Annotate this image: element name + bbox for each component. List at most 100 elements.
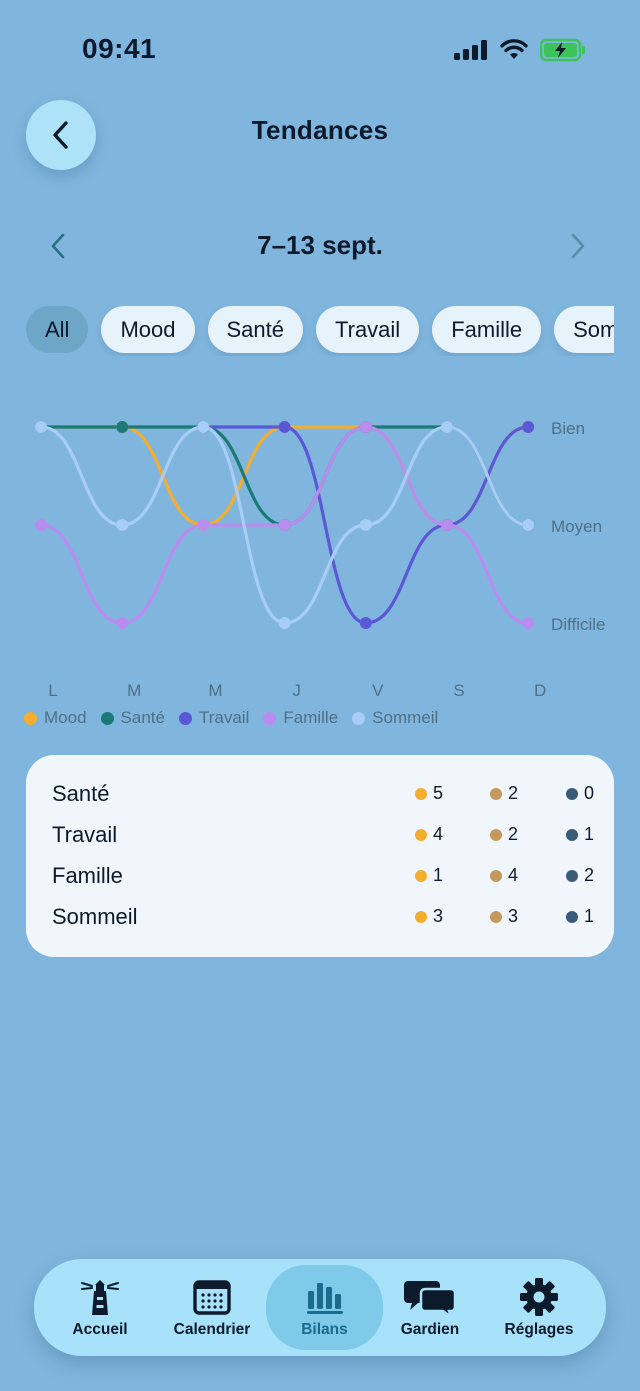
summary-count: 4 <box>490 865 518 886</box>
count-value: 1 <box>433 865 444 885</box>
summary-category: Santé <box>52 781 110 806</box>
summary-count: 3 <box>415 906 443 927</box>
signal-icon <box>454 40 487 60</box>
summary-category: Travail <box>52 822 118 847</box>
x-tick-label: J <box>292 681 301 700</box>
y-level-label: Moyen <box>551 517 602 536</box>
tab-label: Réglages <box>504 1321 574 1338</box>
data-point-sommeil <box>278 617 291 629</box>
legend-dot <box>178 711 192 725</box>
calendar-icon <box>193 1280 231 1315</box>
data-point-sommeil <box>35 421 47 433</box>
legend-dot <box>263 711 277 725</box>
status-bar: 09:41 <box>0 0 640 100</box>
tab-label: Bilans <box>301 1321 348 1338</box>
x-tick-label: M <box>208 681 222 700</box>
summary-category: Famille <box>52 863 123 888</box>
count-value: 2 <box>584 865 595 885</box>
count-value: 3 <box>508 906 519 926</box>
filter-chip-mood[interactable]: Mood <box>101 306 195 353</box>
summary-card: Santé 5 2 0 Travail 4 2 1 Famille 1 4 2 Sommeil 3 3 1 <box>26 755 614 957</box>
tab-reglages[interactable]: Réglages <box>492 1265 586 1350</box>
filter-chip-famille[interactable]: Famille <box>432 306 542 353</box>
data-point-sommeil <box>522 519 535 531</box>
summary-category: Sommeil <box>52 904 138 929</box>
tab-bilans[interactable]: Bilans <box>266 1265 383 1350</box>
level-dot <box>566 828 578 841</box>
legend-dot <box>24 711 37 725</box>
summary-count: 2 <box>490 824 518 845</box>
data-point-famille <box>116 617 129 629</box>
level-dot <box>566 910 578 923</box>
level-dot <box>415 910 427 923</box>
wifi-icon <box>500 39 528 59</box>
page-title: Tendances <box>251 115 389 145</box>
legend-label: Santé <box>120 708 165 727</box>
data-point-sommeil <box>116 519 129 531</box>
summary-count: 1 <box>415 865 443 886</box>
level-dot <box>490 910 502 923</box>
x-tick-label: S <box>453 681 464 700</box>
count-value: 1 <box>584 824 595 844</box>
y-level-label: Bien <box>551 419 585 438</box>
summary-count: 1 <box>566 824 594 845</box>
data-point-travail <box>359 617 372 629</box>
data-point-sommeil <box>441 421 453 433</box>
filter-chips: All Mood Santé Travail Famille Sommeil <box>26 306 614 356</box>
level-dot <box>490 869 502 882</box>
tab-bar: Accueil Calendrier Bilans Gardien Réglag… <box>34 1259 606 1356</box>
legend-label: Sommeil <box>372 708 439 727</box>
filter-chip-sommeil[interactable]: Sommeil <box>554 306 614 353</box>
summary-count: 2 <box>566 865 594 886</box>
count-value: 4 <box>433 824 444 844</box>
summary-row-sommeil: Sommeil 3 3 1 <box>52 898 594 939</box>
count-value: 2 <box>508 824 519 844</box>
data-point-famille <box>197 519 210 531</box>
legend-label: Travail <box>198 708 250 727</box>
level-dot <box>415 828 427 841</box>
series-line-santé <box>39 425 530 527</box>
level-dot <box>490 787 502 800</box>
legend-item-sommeil: Sommeil <box>352 708 438 728</box>
level-dot <box>415 787 427 800</box>
chat-bubbles-icon <box>404 1281 457 1317</box>
legend-dot <box>352 711 366 725</box>
data-point-sommeil <box>197 421 210 433</box>
x-tick-label: V <box>372 681 384 700</box>
data-point-famille <box>441 519 453 531</box>
legend-item-mood: Mood <box>24 708 87 728</box>
summary-count: 4 <box>415 824 443 845</box>
status-icons <box>454 38 586 62</box>
lighthouse-icon <box>81 1280 119 1315</box>
tab-label: Gardien <box>400 1321 460 1338</box>
status-time: 09:41 <box>82 33 157 64</box>
level-dot <box>566 787 578 800</box>
week-label: 7–13 sept. <box>257 230 383 260</box>
level-dot <box>415 869 427 882</box>
count-value: 3 <box>433 906 444 926</box>
filter-chip-all[interactable]: All <box>26 306 89 353</box>
summary-count: 5 <box>415 783 443 804</box>
tab-gardien[interactable]: Gardien <box>389 1265 471 1350</box>
next-week-button[interactable] <box>566 230 590 267</box>
data-point-famille <box>522 617 535 629</box>
y-level-label: Difficile <box>551 615 605 634</box>
series-line-mood <box>39 425 530 527</box>
x-tick-label: D <box>534 681 546 700</box>
summary-row-santé: Santé 5 2 0 <box>52 775 594 816</box>
summary-count: 2 <box>490 783 518 804</box>
data-point-santé <box>116 421 129 433</box>
filter-chip-travail[interactable]: Travail <box>316 306 420 353</box>
count-value: 5 <box>433 783 444 803</box>
battery-charging-icon <box>540 38 585 62</box>
data-point-famille <box>359 421 372 433</box>
filter-chip-sante[interactable]: Santé <box>207 306 303 353</box>
tab-label: Calendrier <box>173 1321 251 1338</box>
summary-row-travail: Travail 4 2 1 <box>52 816 594 857</box>
tab-accueil[interactable]: Accueil <box>52 1265 148 1350</box>
legend-label: Famille <box>283 708 339 727</box>
tab-calendrier[interactable]: Calendrier <box>162 1265 262 1350</box>
count-value: 4 <box>508 865 519 885</box>
data-point-travail <box>278 421 291 433</box>
data-point-famille <box>35 519 47 531</box>
